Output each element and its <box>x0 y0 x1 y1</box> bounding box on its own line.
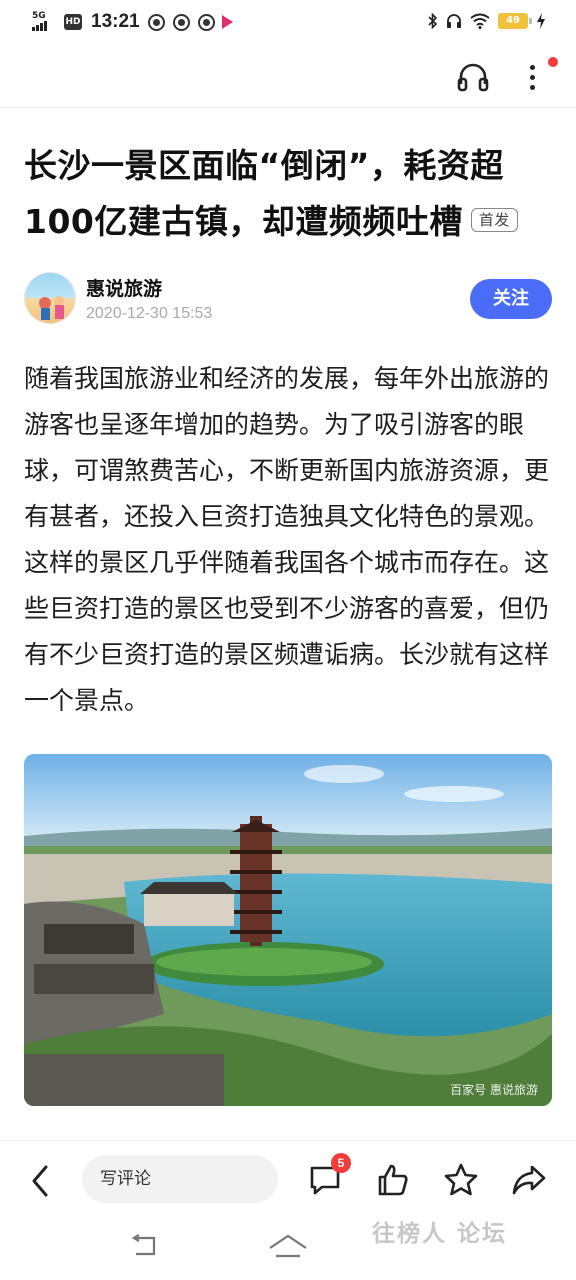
write-comment-input[interactable]: 写评论 <box>82 1155 278 1203</box>
author-name[interactable]: 惠说旅游 <box>86 274 162 301</box>
article-photo[interactable]: 百家号 惠说旅游 <box>24 754 552 1106</box>
follow-button[interactable]: 关注 <box>470 279 552 319</box>
article-toolbar <box>0 44 576 108</box>
system-back-button[interactable] <box>128 1232 158 1260</box>
share-icon <box>512 1165 546 1195</box>
favorite-icon <box>444 1163 478 1196</box>
article-title: 长沙一景区面临“倒闭”，耗资超100亿建古镇，却遭频频吐槽 首发 <box>24 138 554 250</box>
more-options-button[interactable] <box>520 58 544 94</box>
video-app-icon <box>221 15 233 29</box>
first-publish-badge: 首发 <box>470 207 518 232</box>
notification-app-icon <box>147 13 165 31</box>
share-button[interactable] <box>510 1161 548 1199</box>
notification-app-icon <box>197 13 215 31</box>
nav-home-icon <box>269 1234 307 1258</box>
nav-back-icon <box>131 1234 156 1256</box>
charging-icon <box>537 13 545 29</box>
signal-icon: 5G <box>32 11 50 33</box>
article-body: 随着我国旅游业和经济的发展，每年外出旅游的游客也呈逐年增加的趋势。为了吸引游客的… <box>24 364 550 715</box>
system-home-button[interactable] <box>268 1232 308 1260</box>
wifi-icon <box>470 13 490 29</box>
headphone-status-icon <box>447 14 461 28</box>
author-avatar[interactable] <box>24 272 76 324</box>
like-button[interactable] <box>374 1161 412 1199</box>
back-button[interactable] <box>26 1163 56 1199</box>
status-time: 13:21 <box>91 11 140 32</box>
network-type: 5G <box>32 11 46 21</box>
like-icon <box>378 1164 408 1196</box>
hd-icon: HD <box>64 14 82 30</box>
headset-icon <box>457 63 489 92</box>
back-icon <box>32 1165 48 1197</box>
article-title-text: 长沙一景区面临“倒闭”，耗资超100亿建古镇，却遭频频吐槽 <box>24 146 504 241</box>
photo-credit: 百家号 惠说旅游 <box>450 1083 538 1097</box>
battery-icon: 49 <box>498 13 532 29</box>
publish-date: 2020-12-30 15:53 <box>86 305 213 322</box>
comment-count-badge: 5 <box>331 1153 351 1173</box>
bluetooth-icon <box>428 13 438 29</box>
bottom-action-bar: 写评论 5 <box>0 1140 576 1218</box>
listen-button[interactable] <box>456 62 490 92</box>
status-bar: 5G HD 13:21 49 <box>0 0 576 44</box>
favorite-button[interactable] <box>442 1161 480 1199</box>
notification-dot <box>548 57 558 67</box>
author-row: 惠说旅游 2020-12-30 15:53 关注 <box>24 272 552 328</box>
notification-app-icon <box>172 13 190 31</box>
forum-watermark: 往榜人 论坛 <box>372 1221 508 1247</box>
